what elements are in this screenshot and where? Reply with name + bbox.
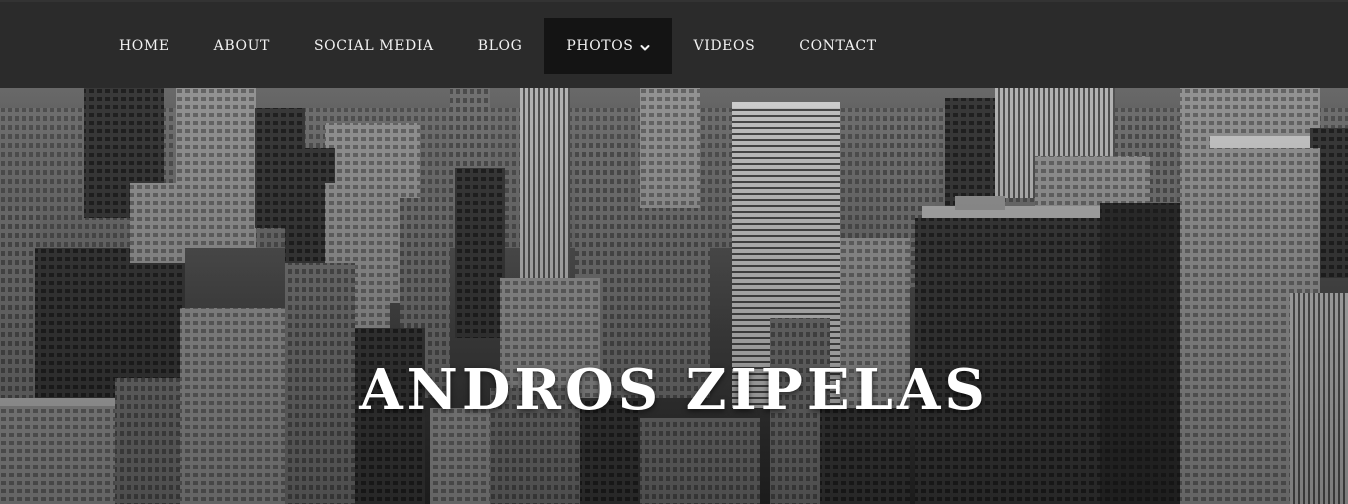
nav-item-home[interactable]: HOME [97, 18, 192, 74]
nav-item-label: ABOUT [213, 38, 270, 54]
nav-item-photos[interactable]: PHOTOS [544, 18, 672, 74]
nav-item-label: HOME [119, 38, 170, 54]
nav-item-about[interactable]: ABOUT [192, 18, 292, 74]
nav-item-label: SOCIAL MEDIA [313, 38, 434, 54]
nav-item-videos[interactable]: VIDEOS [672, 18, 778, 74]
nav-item-label: VIDEOS [693, 38, 756, 54]
nav-item-social-media[interactable]: SOCIAL MEDIA [292, 18, 456, 74]
nav-item-label: PHOTOS [566, 38, 634, 54]
hero-title: ANDROS ZIPELAS [359, 356, 989, 423]
top-navigation-bar: HOME ABOUT SOCIAL MEDIA BLOG PHOTOS VIDE… [0, 0, 1348, 88]
nav-item-contact[interactable]: CONTACT [777, 18, 898, 74]
main-menu: HOME ABOUT SOCIAL MEDIA BLOG PHOTOS VIDE… [97, 18, 899, 74]
nav-item-label: CONTACT [799, 38, 877, 54]
hero-banner: ANDROS ZIPELAS [0, 88, 1348, 504]
nav-item-label: BLOG [477, 38, 523, 54]
nav-item-blog[interactable]: BLOG [456, 18, 545, 74]
city-skyline-image [0, 88, 1348, 504]
chevron-down-icon [640, 41, 650, 51]
